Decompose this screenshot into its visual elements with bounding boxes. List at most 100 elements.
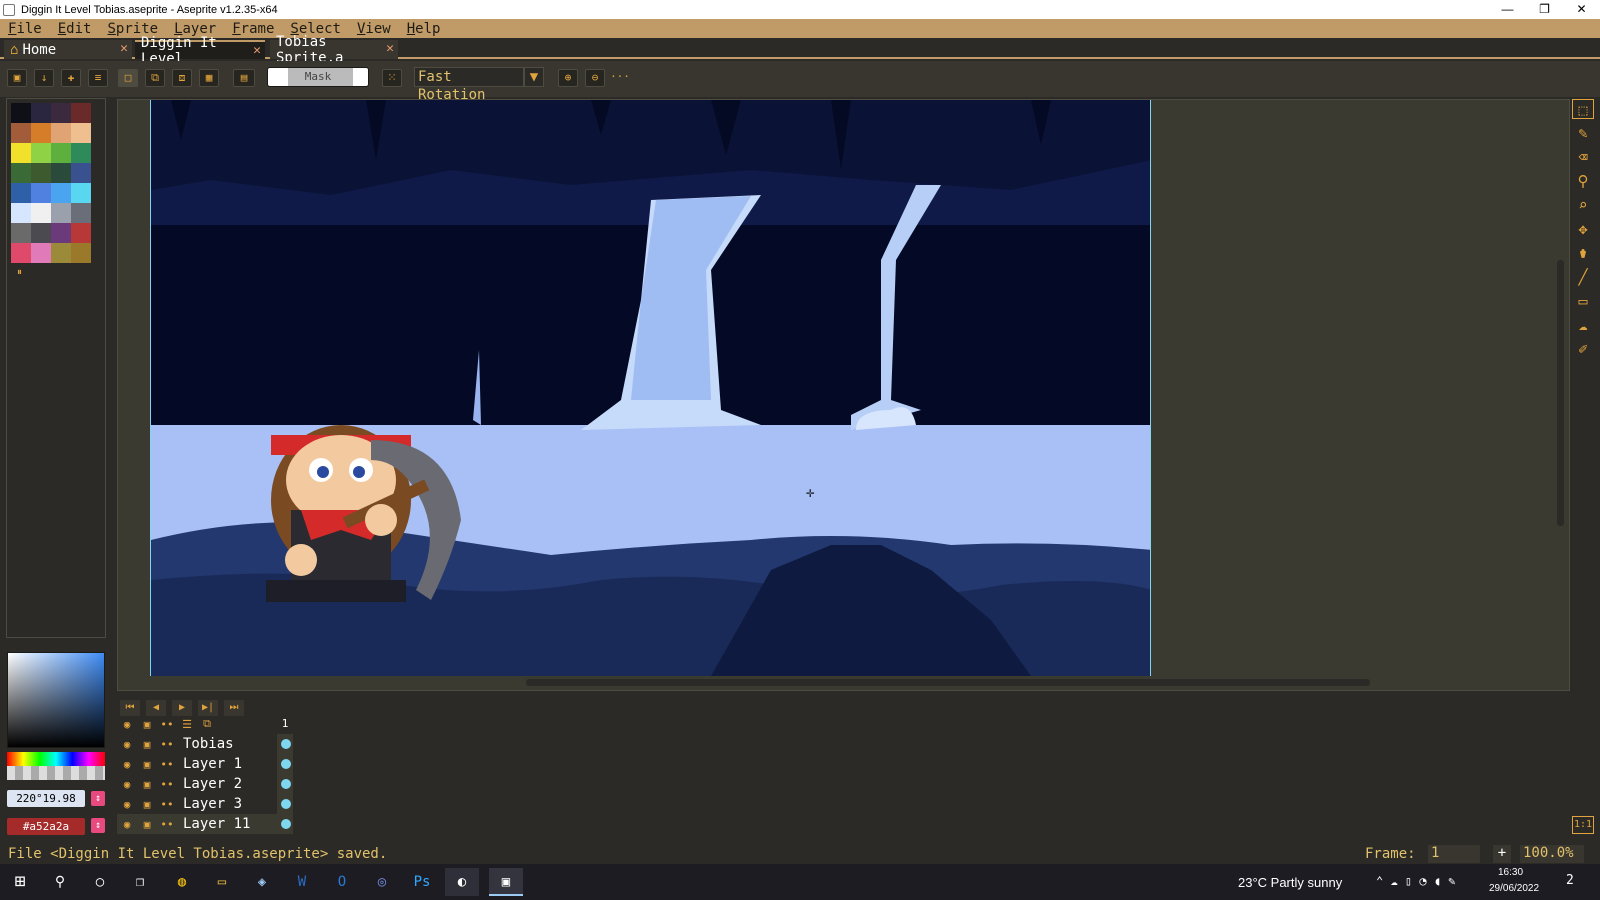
palette-swatch[interactable] <box>71 143 91 163</box>
rectangle-icon[interactable]: ▭ <box>1572 291 1594 311</box>
hue-slider[interactable] <box>7 752 105 766</box>
layer-settings-icon[interactable]: ☰ <box>177 718 197 731</box>
windows-start-icon[interactable]: ⊞ <box>3 868 37 896</box>
wacom-icon[interactable]: ◐ <box>445 868 479 896</box>
rotation-algorithm-select[interactable]: Fast Rotation <box>414 67 524 103</box>
frame-number-header[interactable]: 1 <box>277 714 293 734</box>
color-spectrum[interactable] <box>7 652 105 748</box>
lock-icon[interactable]: ▣ <box>137 718 157 731</box>
add-frame-button[interactable]: + <box>1493 845 1511 863</box>
palette-swatch[interactable] <box>31 123 51 143</box>
more-options-icon[interactable]: ··· <box>610 69 630 87</box>
intersect-selection-icon[interactable]: ▦ <box>199 69 219 87</box>
outlook-icon[interactable]: O <box>325 868 359 896</box>
lock-icon[interactable]: ▣ <box>137 738 157 751</box>
task-view-icon[interactable]: ❐ <box>123 868 157 896</box>
visibility-eye-icon[interactable]: ◉ <box>117 798 137 811</box>
search-icon[interactable]: ⚲ <box>43 868 77 896</box>
palette-options-icon[interactable]: ⏸ <box>17 267 22 278</box>
aseprite-taskbar-icon[interactable]: ▣ <box>489 868 523 896</box>
chevron-down-icon[interactable]: ▼ <box>524 67 544 87</box>
palette-swatch[interactable] <box>11 103 31 123</box>
layer-row-layer-3[interactable]: ◉ ▣ •• Layer 3 <box>117 794 279 814</box>
drop-pixels-icon[interactable]: ⊖ <box>585 69 605 87</box>
palette-swatch[interactable] <box>51 163 71 183</box>
palette-swatch[interactable] <box>31 163 51 183</box>
palette-swatch[interactable] <box>31 143 51 163</box>
tab-home[interactable]: ⌂ Home ✕ <box>4 40 132 59</box>
lock-icon[interactable]: ▣ <box>137 758 157 771</box>
pencil-icon[interactable]: ✎ <box>1572 123 1594 143</box>
tab-diggin-it-level[interactable]: Diggin It Level ✕ <box>135 35 265 67</box>
palette-swatch[interactable] <box>71 243 91 263</box>
smudge-icon[interactable]: ✐ <box>1572 339 1594 359</box>
chrome-icon[interactable]: ◍ <box>165 868 199 896</box>
discord-icon[interactable]: ◎ <box>365 868 399 896</box>
palette-swatch[interactable] <box>51 103 71 123</box>
maximize-button[interactable]: ❐ <box>1526 0 1563 19</box>
close-tab-icon[interactable]: ✕ <box>120 41 128 56</box>
palette-swatch[interactable] <box>51 223 71 243</box>
palette-swatch[interactable] <box>31 243 51 263</box>
eyedropper-icon[interactable]: ⚲ <box>1572 171 1594 191</box>
layer-row-layer-2[interactable]: ◉ ▣ •• Layer 2 <box>117 774 279 794</box>
palette-swatch[interactable] <box>51 183 71 203</box>
lock-icon[interactable]: ▣ <box>137 798 157 811</box>
file-explorer-icon[interactable]: ▭ <box>205 868 239 896</box>
pixel-grid-icon[interactable]: ⁙ <box>382 69 402 87</box>
horizontal-scrollbar[interactable] <box>526 679 1370 686</box>
continuous-icon[interactable]: •• <box>157 798 177 811</box>
close-tab-icon[interactable]: ✕ <box>253 43 261 58</box>
palette-swatch[interactable] <box>11 123 31 143</box>
visibility-eye-icon[interactable]: ◉ <box>117 778 137 791</box>
palette-swatch[interactable] <box>51 123 71 143</box>
eraser-icon[interactable]: ⌫ <box>1572 147 1594 167</box>
cel[interactable] <box>277 794 293 814</box>
palette-swatch[interactable] <box>11 203 31 223</box>
cel[interactable] <box>277 774 293 794</box>
replace-selection-icon[interactable]: □ <box>118 69 138 87</box>
new-layer-icon[interactable]: ⧉ <box>197 717 217 731</box>
palette-swatch[interactable] <box>71 203 91 223</box>
subtract-selection-icon[interactable]: ⧈ <box>172 69 192 87</box>
cel[interactable] <box>277 734 293 754</box>
continuous-icon[interactable]: •• <box>157 818 177 831</box>
photoshop-icon[interactable]: Ps <box>405 868 439 896</box>
palette-swatch[interactable] <box>71 183 91 203</box>
palette-swatch[interactable] <box>11 243 31 263</box>
sprite-canvas[interactable] <box>150 100 1151 676</box>
zoom-input[interactable]: 100.0% <box>1520 845 1584 863</box>
swap-colors-icon[interactable]: ↕ <box>91 818 105 833</box>
arrow-down-icon[interactable]: ↓ <box>34 69 54 87</box>
steam-icon[interactable]: ◈ <box>245 868 279 896</box>
cortana-icon[interactable]: ○ <box>83 868 117 896</box>
menu-help[interactable]: Help <box>399 21 449 37</box>
close-button[interactable]: ✕ <box>1563 0 1600 19</box>
tab-tobias-sprite[interactable]: Tobias Sprite.a ✕ <box>270 34 398 66</box>
move-icon[interactable]: ✥ <box>1572 219 1594 239</box>
continuous-icon[interactable]: •• <box>157 778 177 791</box>
foreground-color-field[interactable]: 220°19.98 <box>7 790 85 807</box>
cel[interactable] <box>277 754 293 774</box>
palette-swatch[interactable] <box>11 223 31 243</box>
palette-swatch[interactable] <box>51 243 71 263</box>
zoom-icon[interactable]: ⌕ <box>1572 195 1594 215</box>
word-icon[interactable]: W <box>285 868 319 896</box>
visibility-eye-icon[interactable]: ◉ <box>117 738 137 751</box>
layer-row-layer-1[interactable]: ◉ ▣ •• Layer 1 <box>117 754 279 774</box>
menu-file[interactable]: File <box>0 21 50 37</box>
palette-swatch[interactable] <box>11 183 31 203</box>
visibility-eye-icon[interactable]: ◉ <box>117 818 137 831</box>
blur-icon[interactable]: ☁ <box>1572 315 1594 335</box>
visibility-eye-icon[interactable]: ◉ <box>117 718 137 731</box>
layer-row-tobias[interactable]: ◉ ▣ •• Tobias <box>117 734 279 754</box>
close-tab-icon[interactable]: ✕ <box>386 41 394 56</box>
one-to-one-icon[interactable]: 1:1 <box>1572 816 1594 834</box>
notification-icon[interactable]: 2 <box>1566 873 1574 888</box>
pivot-position-icon[interactable]: ⊕ <box>558 69 578 87</box>
background-color-field[interactable]: #a52a2a <box>7 818 85 835</box>
swap-colors-icon[interactable]: ↕ <box>91 791 105 806</box>
palette-swatch[interactable] <box>71 223 91 243</box>
add-selection-icon[interactable]: ⧉ <box>145 69 165 87</box>
continuous-icon[interactable]: •• <box>157 738 177 751</box>
